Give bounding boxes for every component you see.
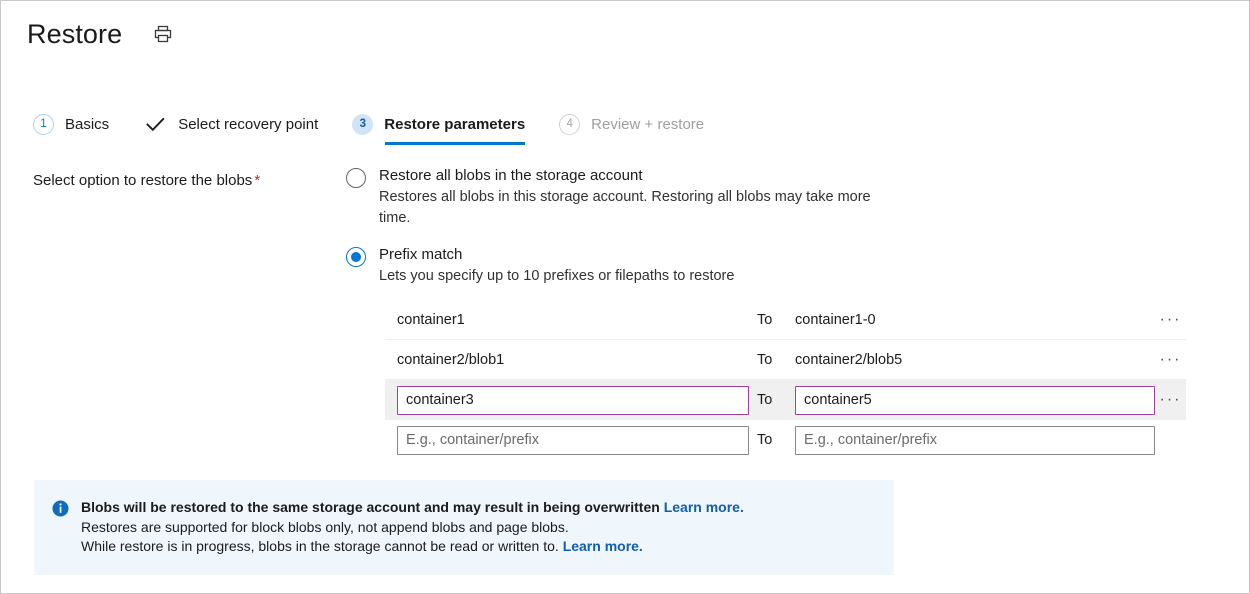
learn-more-link[interactable]: Learn more. <box>664 499 744 515</box>
info-banner-line-3-text: While restore is in progress, blobs in t… <box>81 538 563 554</box>
radio-option-restore-all-blobs-text: Restore all blobs in the storage account… <box>379 165 889 229</box>
check-icon-glyph <box>146 117 165 132</box>
wizard-step-label-basics: Basics <box>65 116 109 133</box>
prefix-to-input[interactable] <box>795 386 1155 415</box>
prefix-to-label: To <box>749 392 791 408</box>
restore-option-label-text: Select option to restore the blobs <box>33 172 252 189</box>
prefix-from-cell <box>385 426 749 455</box>
prefix-row-menu-cell: ··· <box>1155 355 1186 365</box>
prefix-from-cell: container1 <box>385 310 749 330</box>
wizard-step-select-recovery-point[interactable]: Select recovery point <box>143 105 322 143</box>
prefix-from-input[interactable] <box>397 386 749 415</box>
prefix-row: To <box>385 420 1186 460</box>
info-icon <box>52 500 69 517</box>
prefix-to-label: To <box>749 352 791 368</box>
prefix-from-cell <box>385 386 749 415</box>
step-number-1: 1 <box>33 114 54 135</box>
prefix-to-cell: container2/blob5 <box>791 350 1155 370</box>
blade-header: Restore <box>1 1 1249 53</box>
restore-blade: Restore 1 Basics Select recovery point 3 <box>0 0 1250 594</box>
prefix-row-overflow-menu-icon[interactable]: ··· <box>1160 355 1182 365</box>
prefix-to-input[interactable] <box>795 426 1155 455</box>
wizard-step-review-restore[interactable]: 4 Review + restore <box>559 105 708 143</box>
step-number-4: 4 <box>559 114 580 135</box>
prefix-row-overflow-menu-icon[interactable]: ··· <box>1160 395 1182 405</box>
info-banner-body: Blobs will be restored to the same stora… <box>81 498 744 557</box>
step-number-3: 3 <box>352 114 373 135</box>
prefix-to-cell: container1-0 <box>791 310 1155 330</box>
prefix-to-cell <box>791 426 1155 455</box>
wizard-step-basics[interactable]: 1 Basics <box>33 105 113 143</box>
prefix-table: container1 To container1-0 ··· <box>385 300 1186 460</box>
prefix-to-cell <box>791 386 1155 415</box>
learn-more-link[interactable]: Learn more. <box>563 538 643 554</box>
wizard-step-label-select-recovery-point: Select recovery point <box>178 116 318 133</box>
info-banner-line-1: Blobs will be restored to the same stora… <box>81 498 744 518</box>
radio-option-prefix-match-text: Prefix match Lets you specify up to 10 p… <box>379 244 1186 460</box>
info-banner-line-2: Restores are supported for block blobs o… <box>81 518 744 538</box>
prefix-row: container2/blob1 To container2/blob5 ··· <box>385 340 1186 380</box>
radio-label-prefix-match: Prefix match <box>379 244 1186 265</box>
check-icon <box>143 114 167 135</box>
prefix-from-input[interactable] <box>397 426 749 455</box>
radio-prefix-match[interactable] <box>346 247 366 267</box>
radio-description-restore-all-blobs: Restores all blobs in this storage accou… <box>379 187 889 229</box>
printer-icon-glyph <box>153 24 173 44</box>
info-icon-glyph <box>52 500 69 517</box>
restore-option-group: Restore all blobs in the storage account… <box>346 165 1249 460</box>
info-banner-line-1-text: Blobs will be restored to the same stora… <box>81 499 664 515</box>
prefix-to-label: To <box>749 312 791 328</box>
prefix-from-cell: container2/blob1 <box>385 350 749 370</box>
prefix-row-overflow-menu-icon[interactable]: ··· <box>1160 315 1182 325</box>
prefix-row-menu-cell: ··· <box>1155 315 1186 325</box>
prefix-from-value: container1 <box>397 312 465 328</box>
wizard-step-restore-parameters[interactable]: 3 Restore parameters <box>352 105 529 143</box>
wizard-steps: 1 Basics Select recovery point 3 Restore… <box>1 105 1249 145</box>
prefix-row: To ··· <box>385 380 1186 420</box>
wizard-step-label-review-restore: Review + restore <box>591 116 704 133</box>
prefix-to-label: To <box>749 432 791 448</box>
active-step-underline <box>385 142 525 145</box>
prefix-to-value: container1-0 <box>795 312 876 328</box>
restore-parameters-form: Select option to restore the blobs* Rest… <box>1 165 1249 460</box>
required-asterisk: * <box>254 172 260 189</box>
wizard-step-label-restore-parameters: Restore parameters <box>384 116 525 133</box>
prefix-from-value: container2/blob1 <box>397 352 504 368</box>
radio-label-restore-all-blobs: Restore all blobs in the storage account <box>379 165 889 186</box>
radio-description-prefix-match: Lets you specify up to 10 prefixes or fi… <box>379 266 889 287</box>
printer-icon[interactable] <box>150 21 176 47</box>
restore-option-label: Select option to restore the blobs* <box>33 165 346 191</box>
prefix-row-menu-cell: ··· <box>1155 395 1186 405</box>
info-banner: Blobs will be restored to the same stora… <box>34 480 894 575</box>
radio-option-restore-all-blobs[interactable]: Restore all blobs in the storage account… <box>346 165 1249 229</box>
info-banner-line-3: While restore is in progress, blobs in t… <box>81 537 744 557</box>
restore-option-field: Select option to restore the blobs* Rest… <box>33 165 1249 460</box>
prefix-row: container1 To container1-0 ··· <box>385 300 1186 340</box>
radio-option-prefix-match[interactable]: Prefix match Lets you specify up to 10 p… <box>346 244 1249 460</box>
radio-restore-all-blobs[interactable] <box>346 168 366 188</box>
prefix-to-value: container2/blob5 <box>795 352 902 368</box>
page-title: Restore <box>27 18 122 50</box>
